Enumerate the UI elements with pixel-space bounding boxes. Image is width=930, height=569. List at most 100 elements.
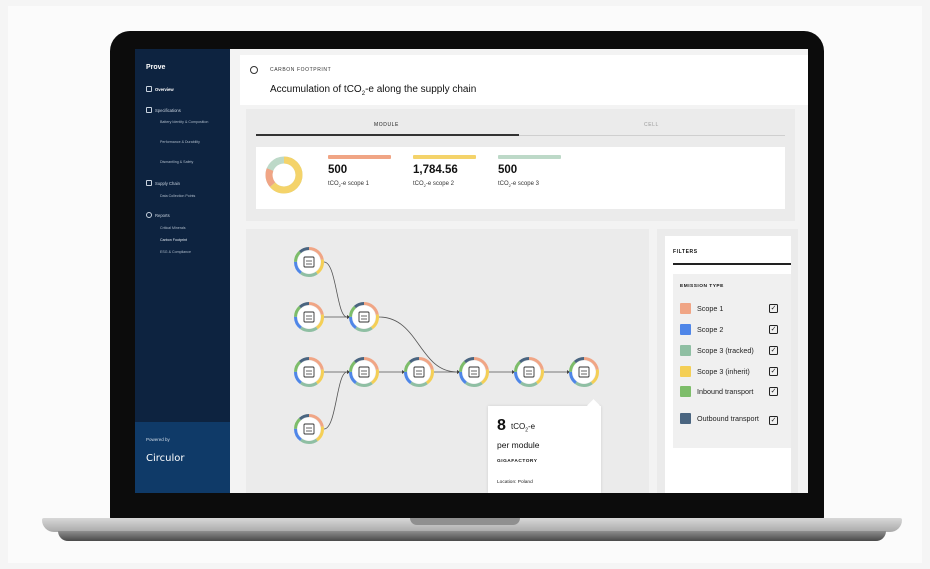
supply-chain-node[interactable] — [294, 302, 324, 332]
sidebar-item-label: Supply Chain — [155, 180, 180, 186]
color-swatch — [680, 366, 691, 377]
node-tooltip: 8 tCO2-e per module GIGAFACTORY Location… — [488, 399, 601, 493]
page-header: CARBON FOOTPRINT Accumulation of tCO2-e … — [240, 55, 808, 105]
filter-row-scope2[interactable]: Scope 2 — [680, 324, 767, 335]
node-face — [407, 360, 431, 384]
node-face — [352, 305, 376, 329]
supply-chain-node[interactable] — [294, 414, 324, 444]
sidebar-subitem-performance[interactable]: Performance & Durability — [160, 140, 222, 144]
filters-title: FILTERS — [673, 249, 698, 255]
supply-chain-node[interactable] — [294, 357, 324, 387]
metric-label: tCO2-e scope 1 — [328, 181, 369, 189]
sidebar-item-specifications[interactable]: Specifications — [146, 107, 181, 113]
node-face — [297, 417, 321, 441]
supply-chain-node[interactable] — [294, 247, 324, 277]
supply-chain-node[interactable] — [459, 357, 489, 387]
active-tab-indicator — [256, 134, 519, 136]
supply-chain-node[interactable] — [514, 357, 544, 387]
metric-value: 500 — [328, 164, 348, 176]
filter-row-scope3-inherit[interactable]: Scope 3 (inherit) — [680, 366, 767, 377]
tab-module[interactable]: MODULE — [374, 122, 399, 128]
filter-label: Scope 2 — [697, 324, 724, 334]
supply-chain-node[interactable] — [349, 357, 379, 387]
checkbox-inbound-transport[interactable]: ✓ — [769, 387, 778, 396]
brand-name: Prove — [146, 64, 166, 71]
tooltip-value: 8 — [497, 417, 506, 434]
filter-row-scope3-tracked[interactable]: Scope 3 (tracked) — [680, 345, 767, 356]
sidebar-subitem-dismantling[interactable]: Dismantling & Safety — [160, 160, 222, 164]
sidebar-subitem-identity[interactable]: Battery Identity & Composition — [160, 120, 222, 124]
laptop-base-shadow — [58, 531, 886, 541]
filters-rule — [673, 263, 791, 265]
metric-value: 500 — [498, 164, 518, 176]
sidebar-subitem-critical-minerals[interactable]: Critical Minerals — [160, 226, 222, 230]
grid-icon — [146, 86, 152, 92]
laptop-notch — [410, 518, 520, 525]
emission-type-label: EMISSION TYPE — [680, 284, 724, 289]
sidebar-subitem-carbon-footprint[interactable]: Carbon Footprint — [160, 238, 222, 242]
filter-row-inbound-transport[interactable]: Inbound transport — [680, 386, 767, 397]
filter-label: Scope 1 — [697, 303, 724, 313]
supply-chain-flow: 8 tCO2-e per module GIGAFACTORY Location… — [246, 229, 649, 493]
sidebar-item-reports[interactable]: Reports — [146, 212, 170, 218]
scope-donut-chart — [265, 156, 303, 194]
circulor-logo: Circulor — [146, 453, 185, 464]
metric-scope2: 1,784.56 tCO2-e scope 2 — [413, 155, 483, 188]
tooltip-per: per module — [497, 440, 540, 450]
node-face — [517, 360, 541, 384]
tooltip-location: Location: Poland — [497, 480, 533, 485]
metric-color-bar — [498, 155, 561, 159]
sidebar-item-overview[interactable]: Overview — [146, 86, 174, 92]
color-swatch — [680, 386, 691, 397]
tooltip-unit: tCO2-e — [511, 422, 536, 434]
filter-row-scope1[interactable]: Scope 1 — [680, 303, 767, 314]
powered-by-label: Powered by — [146, 437, 170, 442]
node-face — [297, 360, 321, 384]
filter-row-outbound-transport[interactable]: Outbound transport — [680, 413, 767, 424]
flow-connector — [323, 371, 348, 430]
sidebar-item-supply-chain[interactable]: Supply Chain — [146, 180, 180, 186]
metric-label: tCO2-e scope 2 — [413, 181, 454, 189]
filters-card: FILTERS EMISSION TYPE Scope 1 ✓ Scope 2 … — [665, 236, 791, 493]
tooltip-site: GIGAFACTORY — [497, 459, 538, 464]
footprint-icon — [250, 66, 258, 74]
checkbox-scope3-inherit[interactable]: ✓ — [769, 367, 778, 376]
node-face — [297, 305, 321, 329]
metric-scope3: 500 tCO2-e scope 3 — [498, 155, 568, 188]
filter-label: Outbound transport — [697, 413, 759, 423]
color-swatch — [680, 345, 691, 356]
sidebar-item-label: Overview — [155, 86, 174, 92]
filter-label: Scope 3 (inherit) — [697, 366, 750, 376]
document-icon — [146, 107, 152, 113]
checkbox-scope1[interactable]: ✓ — [769, 304, 778, 313]
chart-icon — [146, 212, 152, 218]
metric-color-bar — [328, 155, 391, 159]
supply-chain-node[interactable] — [349, 302, 379, 332]
sidebar-subitem-data-collection[interactable]: Data Collection Points — [160, 194, 222, 198]
flow-connector — [323, 261, 348, 318]
summary-panel: MODULE CELL 500 tCO2-e scope 1 1,784.56 — [246, 109, 795, 221]
supply-chain-node[interactable] — [404, 357, 434, 387]
node-face — [462, 360, 486, 384]
tab-cell[interactable]: CELL — [644, 122, 659, 128]
page-title: Accumulation of tCO2-e along the supply … — [270, 84, 477, 97]
sidebar-footer: Powered by Circulor — [135, 422, 230, 493]
sidebar-subitem-esg[interactable]: ESG & Compliance — [160, 250, 222, 254]
checkbox-outbound-transport[interactable]: ✓ — [769, 416, 778, 425]
sidebar-item-label: Specifications — [155, 107, 181, 113]
metric-label: tCO2-e scope 3 — [498, 181, 539, 189]
sidebar-item-label: Reports — [155, 212, 170, 218]
metrics-card: 500 tCO2-e scope 1 1,784.56 tCO2-e scope… — [256, 147, 785, 209]
emission-type-group: EMISSION TYPE Scope 1 ✓ Scope 2 ✓ Scope … — [673, 274, 791, 448]
metric-value: 1,784.56 — [413, 164, 458, 176]
app-screen: Prove Overview Specifications Battery Id… — [135, 49, 808, 493]
checkbox-scope3-tracked[interactable]: ✓ — [769, 346, 778, 355]
metric-color-bar — [413, 155, 476, 159]
sidebar: Prove Overview Specifications Battery Id… — [135, 49, 230, 493]
color-swatch — [680, 324, 691, 335]
checkbox-scope2[interactable]: ✓ — [769, 325, 778, 334]
section-label: CARBON FOOTPRINT — [270, 67, 332, 73]
metric-scope1: 500 tCO2-e scope 1 — [328, 155, 398, 188]
filter-label: Inbound transport — [697, 386, 754, 396]
supply-chain-node[interactable] — [569, 357, 599, 387]
